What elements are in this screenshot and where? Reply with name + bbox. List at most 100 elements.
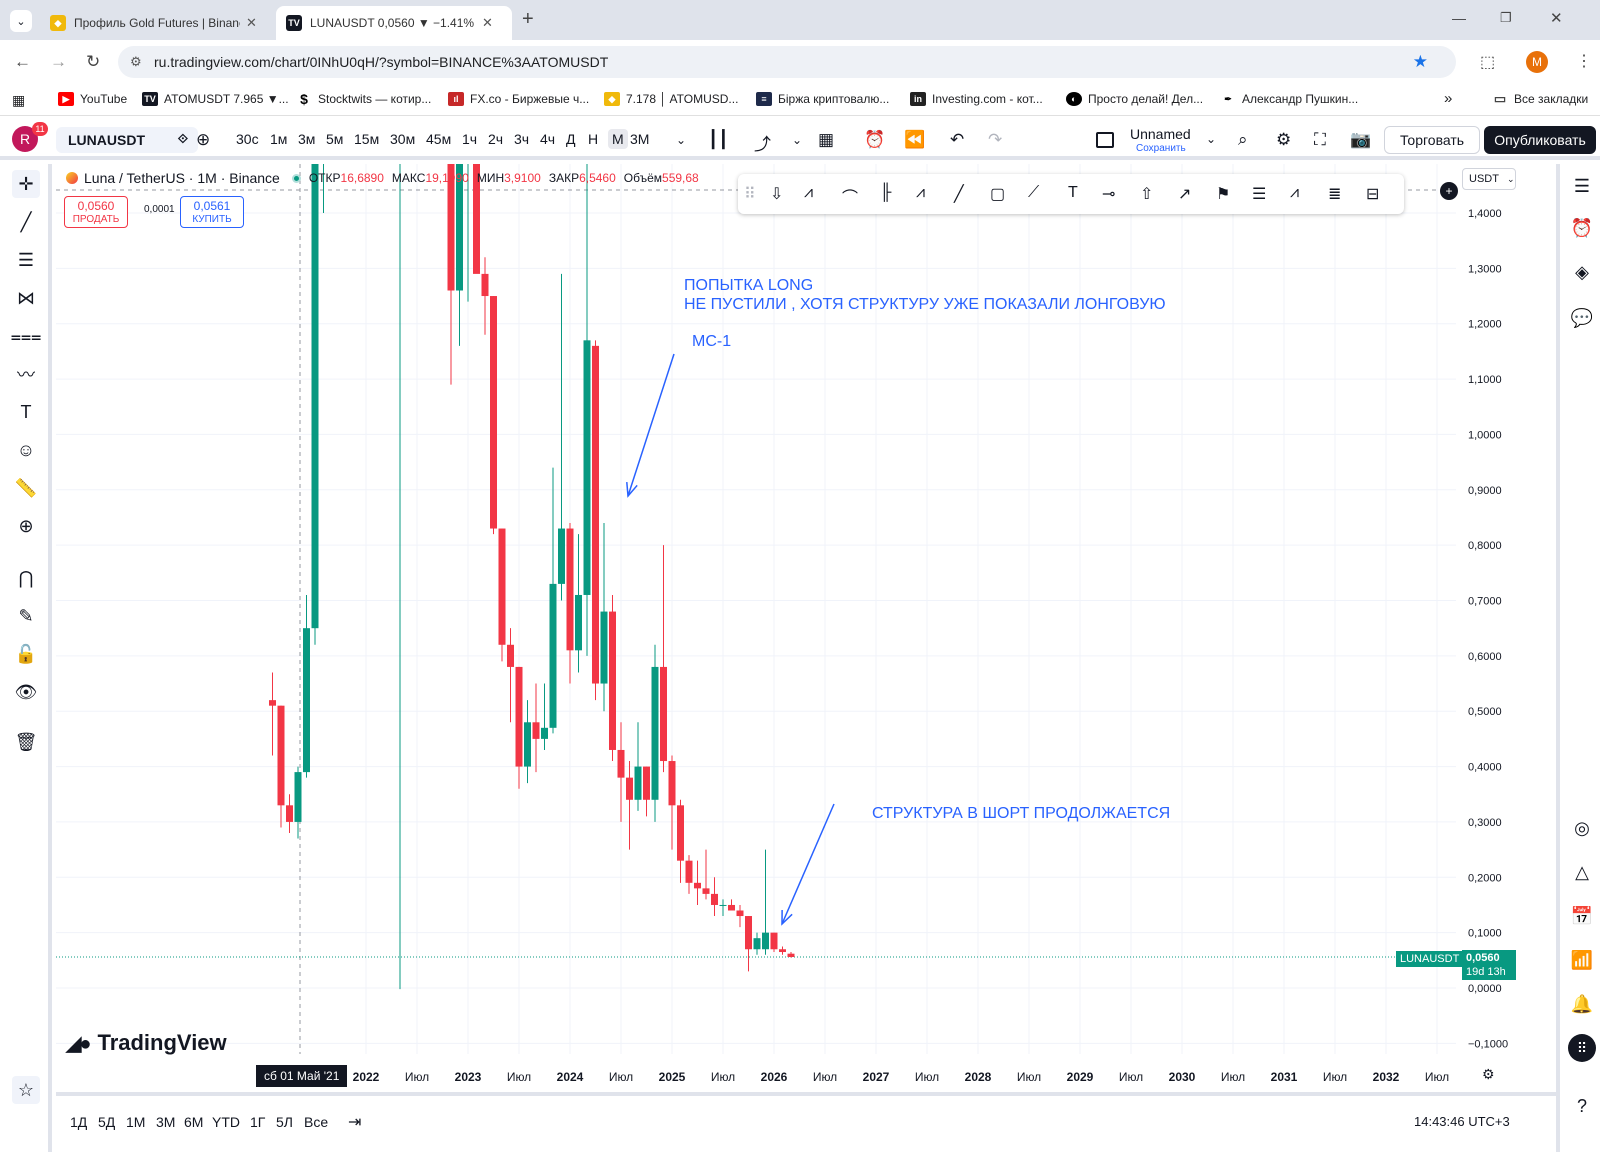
sell-button[interactable]: 0,0560 ПРОДАТЬ — [64, 196, 128, 228]
legend-title[interactable]: Luna / TetherUS · 1M · Binance — [84, 170, 280, 186]
alert-icon[interactable]: ⏰ — [864, 130, 885, 150]
publish-button[interactable]: Опубликовать — [1484, 126, 1596, 154]
quick-search-icon[interactable]: ⌕ — [1238, 130, 1248, 150]
bookmark-fxco[interactable]: ıl FX.co - Биржевые ч... — [448, 92, 589, 106]
compare-add-icon[interactable]: ⊕ — [196, 130, 210, 150]
timeframe-2[interactable]: 3м — [298, 131, 315, 147]
goto-date-icon[interactable]: ⇥ — [348, 1112, 361, 1132]
time-axis-settings-icon[interactable]: ⚙ — [1482, 1066, 1495, 1083]
bookmark-stocktwits[interactable]: $ Stocktwits — котир... — [296, 91, 431, 107]
layout-dropdown-icon[interactable]: ⌄ — [1206, 132, 1216, 146]
text-tool-icon[interactable]: T — [1068, 184, 1078, 202]
ideas-icon[interactable]: △ — [1568, 858, 1596, 886]
curve-tool-icon[interactable]: ⌒ — [842, 184, 858, 208]
bookmark-atomusd-binance[interactable]: ◆ 7.178 │ ATOMUSD... — [604, 92, 738, 106]
zoom-in-icon[interactable]: ⊕ — [12, 512, 40, 540]
url-input[interactable]: ⚙ ru.tradingview.com/chart/0INhU0qH/?sym… — [118, 46, 1456, 78]
path-tool-icon[interactable]: ⟋ — [1028, 184, 1039, 202]
rectangle-tool-icon[interactable]: ▢ — [990, 184, 1005, 204]
timeframe-7[interactable]: 1ч — [462, 131, 477, 147]
magnet-icon[interactable]: ⋂ — [12, 564, 40, 592]
abc-pattern-icon[interactable]: ⩘ — [1290, 184, 1299, 202]
extensions-icon[interactable]: ⬚ — [1480, 52, 1495, 72]
watchlist-icon[interactable]: ☰ — [1568, 172, 1596, 200]
stay-drawing-icon[interactable]: ✎ — [12, 602, 40, 630]
bookmark-prosto-delai[interactable]: ◐ Просто делай! Дел... — [1066, 92, 1203, 106]
timeframe-0[interactable]: 30с — [236, 131, 259, 147]
bookmark-pushkin[interactable]: ✒ Александр Пушкин... — [1220, 92, 1358, 106]
help-icon[interactable]: ? — [1568, 1092, 1596, 1120]
all-bookmarks[interactable]: ▭ Все закладки — [1492, 91, 1588, 106]
range-2[interactable]: 1М — [126, 1114, 145, 1130]
arrow-tool-icon[interactable]: ↗ — [1178, 184, 1191, 204]
snapshot-icon[interactable]: 📷 — [1350, 130, 1371, 150]
alerts-clock-icon[interactable]: ⏰ — [1568, 214, 1596, 242]
trade-button[interactable]: Торговать — [1384, 126, 1480, 154]
bars-pattern-icon[interactable]: ╟ — [880, 184, 891, 202]
minimize-icon[interactable]: — — [1452, 10, 1466, 26]
line-tool-icon[interactable]: ╱ — [954, 184, 964, 204]
streams-icon[interactable]: 📶 — [1568, 946, 1596, 974]
timeframe-4[interactable]: 15м — [354, 131, 379, 147]
timeframe-9[interactable]: 3ч — [514, 131, 529, 147]
notifications-bell-icon[interactable]: 🔔 — [1568, 990, 1596, 1018]
browser-tab-lunausdt[interactable]: TV LUNAUSDT 0,0560 ▼ −1.41% U ✕ — [276, 6, 512, 40]
redo-icon[interactable]: ↷ — [988, 130, 1002, 150]
new-tab-button[interactable]: + — [522, 8, 534, 31]
timeframe-5[interactable]: 30м — [390, 131, 415, 147]
buy-button[interactable]: 0,0561 КУПИТЬ — [180, 196, 244, 228]
bookmark-star-icon[interactable]: ★ — [1413, 52, 1428, 72]
clock-time[interactable]: 14:43:46 UTC+3 — [1414, 1114, 1510, 1129]
close-tab-icon[interactable]: ✕ — [482, 15, 493, 31]
browser-menu-icon[interactable]: ⋮ — [1576, 51, 1592, 71]
range-6[interactable]: 1Г — [250, 1114, 265, 1130]
lock-icon[interactable]: 🔓 — [12, 640, 40, 668]
profile-avatar[interactable]: M — [1526, 51, 1548, 73]
arrow-up-tool-icon[interactable]: ⇧ — [1140, 184, 1153, 204]
more-bookmarks-icon[interactable]: » — [1444, 90, 1452, 107]
layout-templates-icon[interactable]: ▦ — [818, 130, 834, 150]
range-3[interactable]: 3М — [156, 1114, 175, 1130]
trash-icon[interactable]: 🗑 — [12, 728, 40, 756]
site-info-icon[interactable]: ⚙ — [130, 54, 142, 70]
timeframe-1[interactable]: 1м — [270, 131, 287, 147]
bookmark-youtube[interactable]: ▶ YouTube — [58, 92, 127, 106]
indicators-dropdown-icon[interactable]: ⌄ — [792, 133, 802, 147]
fib-channel-icon[interactable]: ≣ — [1328, 184, 1341, 204]
timeframe-6[interactable]: 45м — [426, 131, 451, 147]
forward-icon[interactable]: → — [50, 52, 67, 72]
restore-icon[interactable]: ❐ — [1500, 10, 1512, 26]
close-window-icon[interactable]: ✕ — [1550, 9, 1563, 27]
drag-handle-icon[interactable]: ⠿ — [744, 184, 756, 204]
annotation-mc1[interactable]: МС-1 — [692, 332, 731, 351]
favorites-star-icon[interactable]: ☆ — [12, 1076, 40, 1104]
timeframe-10[interactable]: 4ч — [540, 131, 555, 147]
indicators-icon[interactable]: ⤴ — [754, 130, 771, 155]
ruler-icon[interactable]: 📏 — [12, 474, 40, 502]
timeframe-14[interactable]: 3М — [630, 131, 649, 147]
emoji-icon[interactable]: ☺ — [12, 436, 40, 464]
symbol-options-icon[interactable]: ⟐ — [178, 131, 188, 147]
range-1[interactable]: 5Д — [98, 1114, 115, 1130]
bookmark-atomusdt[interactable]: TV ATOMUSDT 7.965 ▼... — [142, 92, 289, 106]
chat-icon[interactable]: 💬 — [1568, 304, 1596, 332]
range-5[interactable]: YTD — [212, 1114, 240, 1130]
horizontal-ray-icon[interactable]: ⊸ — [1102, 184, 1115, 204]
back-icon[interactable]: ← — [14, 52, 31, 72]
crosshair-icon[interactable]: ✛ — [12, 170, 40, 198]
regression-icon[interactable]: ⊟ — [1366, 184, 1379, 204]
timeframe-13[interactable]: М — [608, 129, 628, 149]
bookmark-exchange[interactable]: ≡ Біржа криптовалю... — [756, 92, 889, 106]
object-tree-icon[interactable]: ◈ — [1568, 258, 1596, 286]
range-8[interactable]: Все — [304, 1114, 328, 1130]
elliott-wave-icon[interactable]: ⩘ — [804, 184, 813, 202]
undo-icon[interactable]: ↶ — [950, 130, 964, 150]
browser-tab-gold-futures[interactable]: ◆ Профиль Gold Futures | Binanc ✕ — [40, 6, 272, 40]
fib-retracement-icon[interactable]: ☰ — [1252, 184, 1266, 204]
trend-line-icon[interactable]: ╱ — [12, 208, 40, 236]
brush-icon[interactable]: 〰 — [12, 360, 40, 388]
chart-pane[interactable]: 1,4000 1,3000 1,2000 1,1000 1,0000 0,9000 0,80… — [56, 164, 1556, 1092]
close-tab-icon[interactable]: ✕ — [246, 15, 257, 31]
add-price-line-icon[interactable]: + — [1440, 182, 1458, 200]
range-0[interactable]: 1Д — [70, 1114, 87, 1130]
